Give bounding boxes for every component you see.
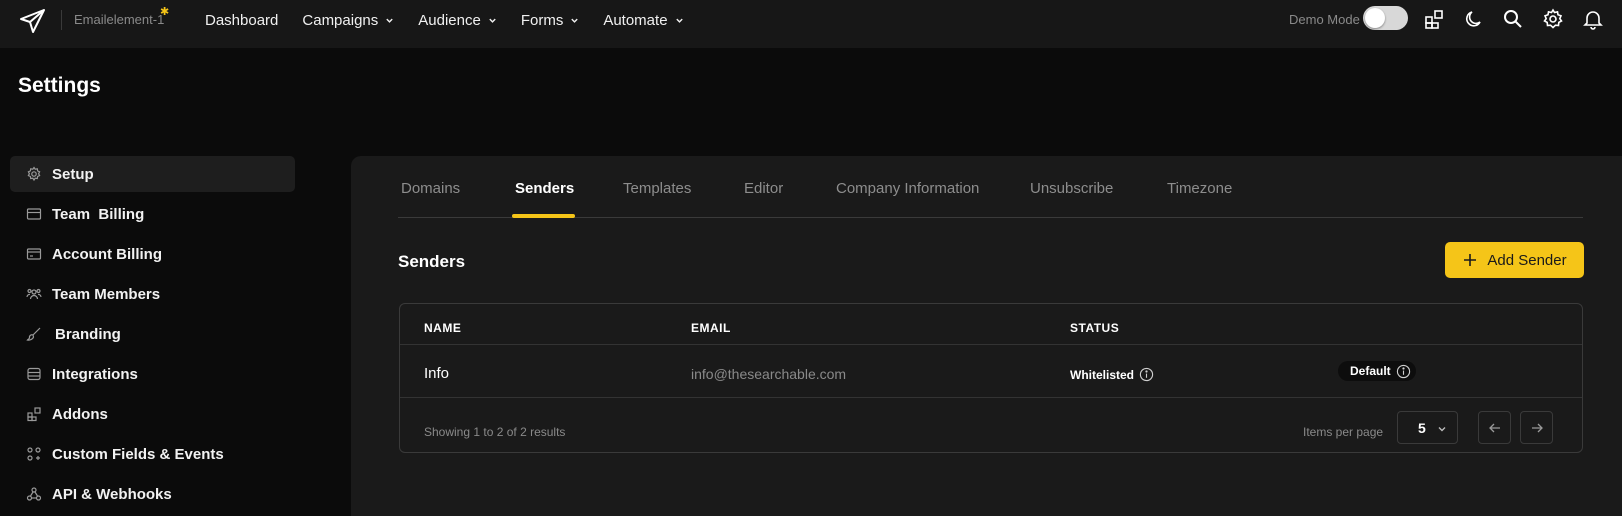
sidebar-item-addons[interactable]: Addons <box>10 396 295 432</box>
chevron-down-icon <box>386 18 393 23</box>
nav-label: Forms <box>520 11 564 29</box>
settings-panel: Domains Senders Templates Editor Company… <box>351 156 1622 516</box>
plus-icon <box>1464 254 1477 266</box>
active-tab-indicator <box>512 214 575 218</box>
moon-icon[interactable] <box>1463 8 1485 30</box>
tab-unsubscribe[interactable]: Unsubscribe <box>1030 180 1113 197</box>
default-badge: Default <box>1338 361 1416 381</box>
sidebar-item-team-billing[interactable]: Team Billing <box>10 196 295 232</box>
row-divider <box>400 397 1582 398</box>
sidebar-item-label: Account Billing <box>52 245 162 263</box>
settings-tabs: Domains Senders Templates Editor Company… <box>398 156 1583 218</box>
tab-domains[interactable]: Domains <box>401 180 460 197</box>
column-header-name: NAME <box>424 321 462 335</box>
chevron-down-icon <box>571 18 579 23</box>
tab-company-information[interactable]: Company Information <box>836 180 979 197</box>
sidebar-item-label: Branding <box>55 325 121 343</box>
next-page-button[interactable] <box>1520 411 1553 444</box>
nav-label: Campaigns <box>302 11 379 29</box>
tab-templates[interactable]: Templates <box>623 180 691 197</box>
sidebar-item-branding[interactable]: Branding <box>10 316 295 352</box>
chevron-down-icon <box>675 18 683 23</box>
sender-name: Info <box>424 365 450 382</box>
database-icon <box>27 367 41 381</box>
brush-icon <box>26 327 41 341</box>
nav-forms[interactable]: Forms <box>521 12 580 29</box>
sidebar-item-label: Setup <box>52 165 94 183</box>
info-icon[interactable] <box>1396 364 1411 379</box>
wallet-icon <box>26 248 42 260</box>
items-per-page-label: Items per page <box>1303 425 1384 439</box>
sidebar-item-team-members[interactable]: Team Members <box>10 276 295 312</box>
nav-campaigns[interactable]: Campaigns <box>302 12 394 29</box>
sidebar-item-label: Team Billing <box>52 205 145 223</box>
senders-table: NAME EMAIL STATUS Info info@thesearchabl… <box>399 303 1583 453</box>
users-icon <box>26 288 42 300</box>
demo-mode-label: Demo Mode <box>1289 12 1360 27</box>
tab-senders[interactable]: Senders <box>515 180 574 197</box>
nav-label: Dashboard <box>205 11 279 29</box>
items-per-page-value: 5 <box>1418 419 1426 436</box>
chevron-down-icon <box>1438 427 1446 432</box>
tab-timezone[interactable]: Timezone <box>1167 180 1232 197</box>
nav-label: Audience <box>418 11 481 29</box>
nav-automate[interactable]: Automate <box>603 12 683 29</box>
sidebar-item-custom-fields[interactable]: Custom Fields & Events <box>10 436 295 472</box>
items-per-page-select[interactable]: 5 <box>1397 411 1458 444</box>
add-sender-label: Add Sender <box>1487 251 1567 269</box>
info-icon[interactable] <box>1139 367 1154 382</box>
card-icon <box>26 208 42 220</box>
sidebar-item-label: Team Members <box>52 285 161 303</box>
webhook-icon <box>26 487 42 501</box>
sidebar-item-integrations[interactable]: Integrations <box>10 356 295 392</box>
results-summary: Showing 1 to 2 of 2 results <box>424 425 566 439</box>
sidebar-item-api-webhooks[interactable]: API & Webhooks <box>10 476 295 512</box>
arrow-left-icon <box>1488 423 1500 432</box>
status-text: Whitelisted <box>1070 367 1135 382</box>
gear-icon <box>27 166 41 182</box>
main-nav: Dashboard Campaigns Audience Forms Autom… <box>205 0 708 40</box>
settings-sidebar: Setup Team Billing Account Billing Team … <box>10 156 295 516</box>
page-title: Settings <box>18 74 101 97</box>
brand-divider <box>61 10 62 30</box>
sidebar-item-label: Integrations <box>52 365 138 383</box>
add-sender-button[interactable]: Add Sender <box>1445 242 1584 278</box>
sender-status: Whitelisted <box>1070 367 1154 382</box>
apps-icon[interactable] <box>1423 8 1445 30</box>
previous-page-button[interactable] <box>1478 411 1511 444</box>
gear-icon[interactable] <box>1542 8 1564 30</box>
nav-label: Automate <box>603 11 668 29</box>
sender-email: info@thesearchable.com <box>691 366 847 382</box>
toggle-knob <box>1365 8 1385 28</box>
sparkle-icon: ✱ <box>160 6 170 18</box>
grid-icon <box>27 407 41 422</box>
sidebar-item-label: API & Webhooks <box>52 485 172 503</box>
shapes-icon <box>27 447 41 461</box>
column-header-status: STATUS <box>1070 321 1120 335</box>
paper-plane-logo-icon[interactable] <box>18 6 48 36</box>
sidebar-item-label: Custom Fields & Events <box>52 445 224 463</box>
arrow-right-icon <box>1531 423 1543 432</box>
workspace-name[interactable]: Emailelement-1 <box>74 12 164 27</box>
sidebar-item-label: Addons <box>52 405 108 423</box>
column-header-email: EMAIL <box>691 321 731 335</box>
search-icon[interactable] <box>1502 8 1524 30</box>
header-divider <box>400 344 1582 345</box>
bell-icon[interactable] <box>1582 8 1604 30</box>
nav-dashboard[interactable]: Dashboard <box>205 12 278 29</box>
top-navigation-bar: Emailelement-1 ✱ Dashboard Campaigns Aud… <box>0 0 1622 48</box>
nav-audience[interactable]: Audience <box>418 12 497 29</box>
badge-label: Default <box>1350 364 1391 378</box>
sidebar-item-setup[interactable]: Setup <box>10 156 295 192</box>
tab-editor[interactable]: Editor <box>744 180 783 197</box>
demo-mode-toggle[interactable] <box>1363 6 1408 30</box>
chevron-down-icon <box>489 18 496 23</box>
sidebar-item-account-billing[interactable]: Account Billing <box>10 236 295 272</box>
section-title: Senders <box>398 252 466 271</box>
